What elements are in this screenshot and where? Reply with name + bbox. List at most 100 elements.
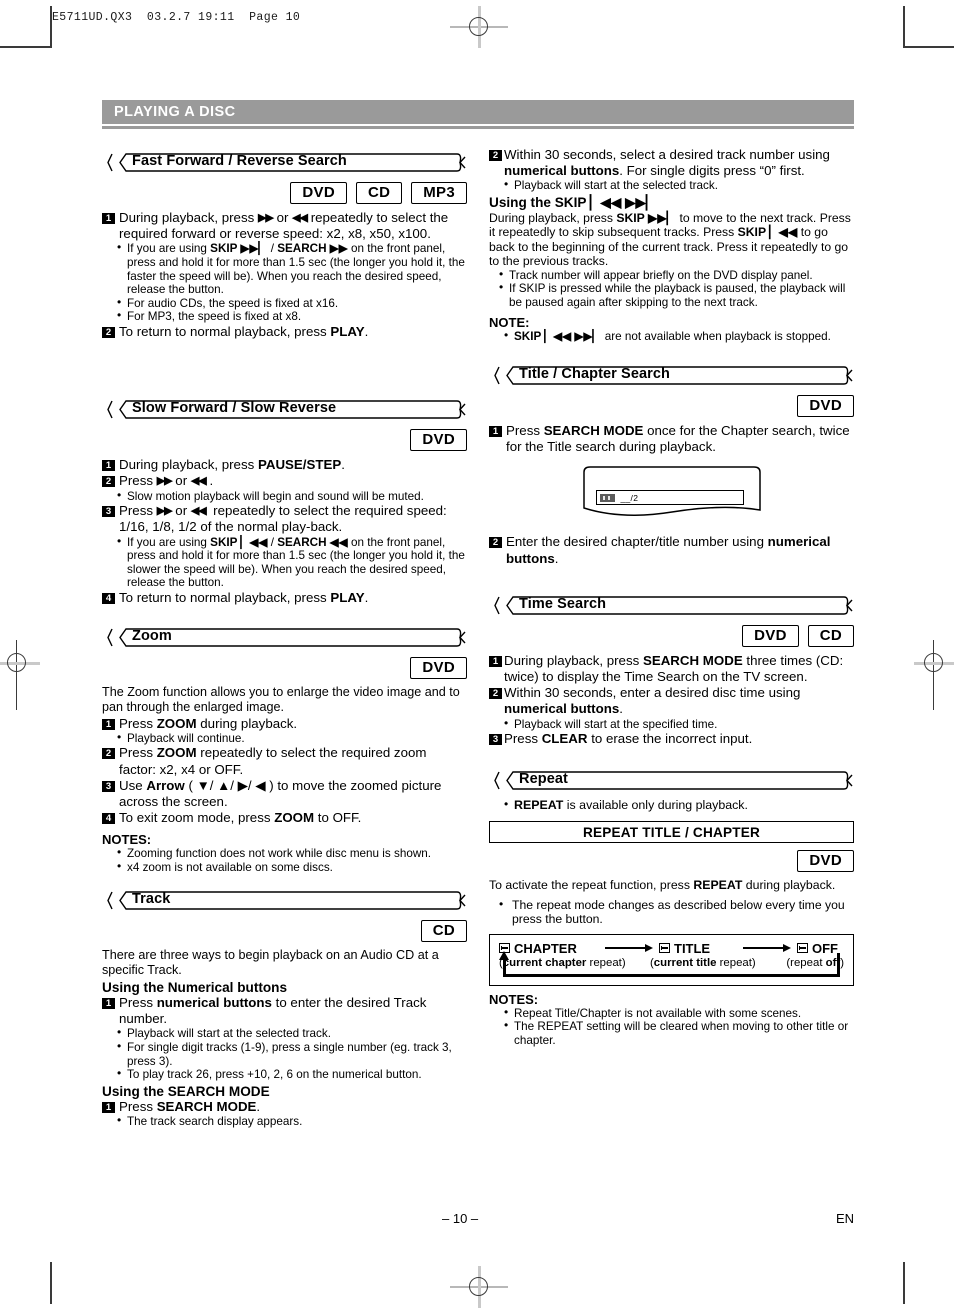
list-item: If you are using SKIP ▶▶▏ / SEARCH ▶▶ on… xyxy=(116,241,467,296)
list-item: REPEAT is available only during playback… xyxy=(503,798,854,813)
print-file-header: E5711UD.QX3 03.2.7 19:11 Page 10 xyxy=(52,11,301,24)
bullet-list: If you are using SKIP ▏◀◀ / SEARCH ◀◀ on… xyxy=(102,535,467,590)
title-indicator-icon xyxy=(599,493,615,502)
step-item: 4 To exit zoom mode, press ZOOM to OFF. xyxy=(102,810,467,826)
disc-badge-group: CD xyxy=(102,919,467,942)
subsection-heading-skip: Using the SKIP ▏◀◀ ▶▶▏ xyxy=(489,195,657,210)
bullet-list: The repeat mode changes as described bel… xyxy=(489,897,854,926)
step-text: During playback, press ▶▶ or ◀◀ repeated… xyxy=(119,210,449,242)
section-ribbon: Track xyxy=(102,889,467,913)
step-item: 1 Press ZOOM during playback. xyxy=(102,716,467,732)
section-ribbon: Title / Chapter Search xyxy=(489,364,854,388)
section-title-chapter-search: Title / Chapter Search DVD 1 Press SEARC… xyxy=(489,364,854,567)
step-item: 1 Press SEARCH MODE. xyxy=(102,1099,467,1115)
notes-list: Repeat Title/Chapter is not available wi… xyxy=(489,1006,854,1048)
repeat-title-chapter-box: REPEAT TITLE / CHAPTER xyxy=(489,821,854,844)
loop-arrow-right xyxy=(837,952,840,977)
section-ribbon: Slow Forward / Slow Reverse xyxy=(102,398,467,422)
step-number: 2 xyxy=(102,748,115,760)
step-text: To return to normal playback, press PLAY… xyxy=(119,323,369,339)
list-item: Playback will start at the specified tim… xyxy=(503,717,854,732)
flow-row: CHAPTER TITLE OFF xyxy=(499,941,844,956)
notes-list: Zooming function does not work while dis… xyxy=(102,846,467,875)
step-number: 1 xyxy=(489,655,502,667)
step-text: Use Arrow ( ▼/ ▲/ ▶/ ◀ ) to move the zoo… xyxy=(119,777,442,809)
step-number: 2 xyxy=(102,476,115,488)
bullet-list: The track search display appears. xyxy=(102,1114,467,1129)
registration-mark-top xyxy=(450,6,510,52)
subsection-heading: Using the Numerical buttons xyxy=(102,979,288,995)
step-number: 2 xyxy=(489,688,502,700)
step-text: To return to normal playback, press PLAY… xyxy=(119,589,369,605)
step-text: During playback, press PAUSE/STEP. xyxy=(119,457,345,473)
notes-heading: NOTES: xyxy=(102,832,152,848)
disc-badge-dvd: DVD xyxy=(290,182,347,204)
disc-badge-dvd: DVD xyxy=(797,395,854,417)
list-item: The track search display appears. xyxy=(116,1114,467,1129)
step-number: 2 xyxy=(489,537,502,549)
list-item: x4 zoom is not available on some discs. xyxy=(116,860,467,875)
section-track: Track CD There are three ways to begin p… xyxy=(102,889,467,1129)
section-time-search: Time Search DVD CD 1 During playback, pr… xyxy=(489,594,854,748)
section-ribbon: Repeat xyxy=(489,769,854,793)
crop-mark-bottomleft-vertical xyxy=(50,1262,52,1304)
disc-badge-group: DVD CD MP3 xyxy=(102,182,467,204)
activate-text: To activate the repeat function, press R… xyxy=(489,878,836,893)
step-number: 1 xyxy=(102,1101,115,1113)
disc-badge-group: DVD xyxy=(489,850,854,873)
section-title: Title / Chapter Search xyxy=(519,366,671,382)
step-text: Press SEARCH MODE once for the Chapter s… xyxy=(506,423,850,455)
list-item: Slow motion playback will begin and soun… xyxy=(116,489,467,504)
step-item: 2 Press ZOOM repeatedly to select the re… xyxy=(102,745,467,777)
chapter-banner-title: PLAYING A DISC xyxy=(114,104,236,120)
step-text: Press ZOOM during playback. xyxy=(119,715,298,731)
right-column: 2 Within 30 seconds, select a desired tr… xyxy=(489,147,854,1129)
step-number: 1 xyxy=(102,460,115,472)
step-number: 1 xyxy=(489,426,502,437)
page-content: PLAYING A DISC Fast Forward / Reverse Se… xyxy=(102,100,854,1129)
disc-badge-cd: CD xyxy=(807,624,854,647)
section-zoom: Zoom DVD The Zoom function allows you to… xyxy=(102,626,467,874)
section-ribbon: Fast Forward / Reverse Search xyxy=(102,151,467,175)
disc-badge-dvd: DVD xyxy=(410,657,467,680)
flow-sub-off: (repeat off) xyxy=(786,956,844,969)
step-item: 2 Within 30 seconds, select a desired tr… xyxy=(489,147,854,179)
step-number: 1 xyxy=(102,213,115,224)
step-item: 2 To return to normal playback, press PL… xyxy=(102,324,467,340)
flow-label-chapter: CHAPTER xyxy=(514,940,577,956)
step-item: 2 Enter the desired chapter/title number… xyxy=(489,534,854,566)
disc-badge-dvd: DVD xyxy=(742,624,799,647)
list-item: Playback will continue. xyxy=(116,731,467,746)
step-text: Press SEARCH MODE. xyxy=(119,1098,261,1114)
osd-value: __/2 xyxy=(620,492,639,503)
loop-arrow-head xyxy=(499,950,509,977)
step-item: 1 Press SEARCH MODE once for the Chapter… xyxy=(489,423,854,455)
section-fast-forward-reverse-search: Fast Forward / Reverse Search DVD CD MP3… xyxy=(102,151,467,340)
list-item: Repeat Title/Chapter is not available wi… xyxy=(503,1006,854,1021)
language-code: EN xyxy=(835,1211,854,1226)
bullet-list: Track number will appear briefly on the … xyxy=(489,268,854,310)
section-title: Fast Forward / Reverse Search xyxy=(132,153,347,169)
list-item: For audio CDs, the speed is fixed at x16… xyxy=(116,296,467,311)
section-slow-forward-slow-reverse: Slow Forward / Slow Reverse DVD 1 During… xyxy=(102,398,467,606)
list-item: Track number will appear briefly on the … xyxy=(498,268,854,283)
step-item: 2 Within 30 seconds, enter a desired dis… xyxy=(489,685,854,717)
page-footer: – 10 – EN xyxy=(102,1211,854,1226)
left-column: Fast Forward / Reverse Search DVD CD MP3… xyxy=(102,151,467,1129)
bullet-list: REPEAT is available only during playback… xyxy=(489,798,854,813)
section-ribbon: Time Search xyxy=(489,594,854,618)
disc-badge-cd: CD xyxy=(355,182,403,204)
section-title: Slow Forward / Slow Reverse xyxy=(132,400,337,417)
osd-search-bar: __/2 xyxy=(595,490,744,506)
list-item: For MP3, the speed is fixed at x8. xyxy=(116,309,467,324)
tv-screen-illustration: __/2 xyxy=(489,464,854,526)
repeat-box-title: REPEAT TITLE / CHAPTER xyxy=(582,825,761,841)
step-number: 2 xyxy=(102,326,115,338)
step-item: 4 To return to normal playback, press PL… xyxy=(102,590,467,606)
step-text: Press ZOOM repeatedly to select the requ… xyxy=(119,745,427,777)
flow-sub-title: (current title repeat) xyxy=(650,956,756,969)
list-item: If you are using SKIP ▏◀◀ / SEARCH ◀◀ on… xyxy=(116,535,467,590)
step-number: 2 xyxy=(489,150,502,161)
page-number: – 10 – xyxy=(442,1211,479,1226)
step-number: 4 xyxy=(102,592,115,604)
